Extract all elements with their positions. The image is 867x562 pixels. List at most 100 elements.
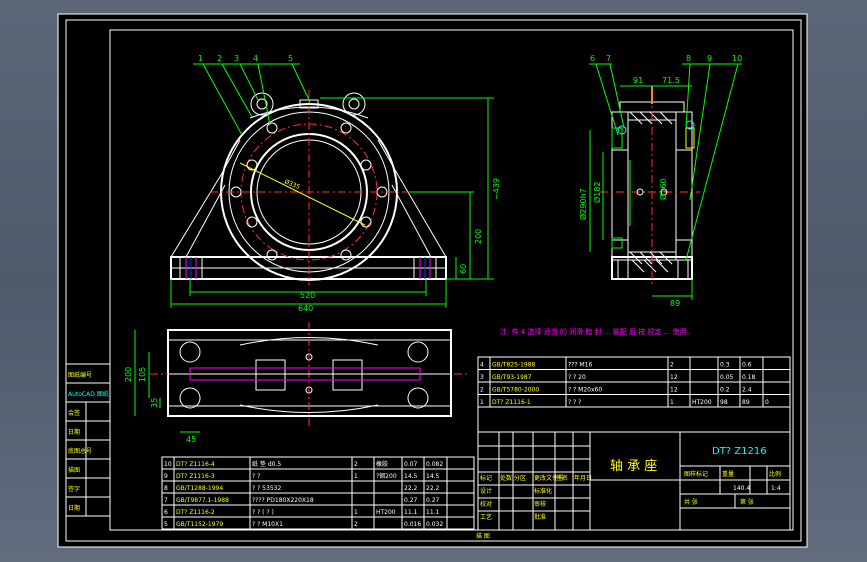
role-approve: 批准 [534, 513, 546, 521]
table-cell: 8 [164, 485, 168, 492]
scale-value: 1:4 [771, 485, 781, 492]
table-cell: ???? PD180X220X18 [252, 497, 314, 504]
balloon-2: 2 [217, 54, 222, 63]
table-cell: 11.1 [426, 509, 440, 516]
table-cell: 0.082 [426, 461, 443, 468]
stamp-sign: 签字 [68, 485, 80, 493]
dim-640: 640 [298, 304, 313, 313]
technical-note: 注: 件 4 选择 适当 的 润滑 脂 封 ... 装配 后 按 规定 ... … [500, 327, 694, 336]
role-review: 审核 [534, 500, 546, 508]
sheet-number: 第 张 [740, 498, 754, 506]
table-cell: 14.5 [404, 473, 418, 480]
role-sign: 签名 [556, 474, 568, 482]
table-cell: ? ? 53532 [252, 485, 281, 492]
table-cell: 0.27 [426, 497, 440, 504]
table-cell: 0.2 [720, 387, 730, 394]
stamp-date-2: 日期 [68, 504, 80, 512]
header-scale: 比例 [769, 470, 781, 478]
table-cell: 2 [480, 387, 484, 394]
dim-60: 60 [459, 264, 468, 274]
table-cell: 3 [480, 374, 484, 381]
table-cell: ? ? ? [568, 399, 581, 406]
table-cell: 纸 垫 d0.5 [252, 460, 281, 468]
table-cell: 2 [670, 362, 674, 369]
cad-viewport[interactable]: 520 640 200 ~439 60 Ø335 1 2 3 4 5 91 71… [0, 0, 867, 562]
stamp-drawing-no: 图纸编号 [68, 371, 92, 379]
dim-91: 91 [633, 76, 643, 85]
header-mass: 重量 [722, 470, 734, 478]
part-name: 轴 承 座 [610, 459, 657, 474]
table-cell: HT200 [376, 509, 396, 516]
table-cell: GB/T1152-1979 [176, 521, 223, 528]
table-cell: 4 [480, 362, 484, 369]
table-cell: DT? Z1116-2 [176, 509, 215, 516]
table-cell: 10 [164, 461, 172, 468]
stamp-base-no: 底图总号 [68, 447, 92, 455]
table-cell: ? ? ( ? ) [252, 509, 274, 516]
role-mark: 标记 [480, 474, 492, 482]
header-drawing-mark: 图样标记 [684, 470, 708, 478]
sheet-total: 共 张 [684, 498, 698, 506]
balloon-3: 3 [234, 54, 239, 63]
balloon-4: 4 [253, 54, 258, 63]
dim-d182: Ø182 [592, 181, 602, 203]
balloon-8: 8 [686, 54, 691, 63]
table-cell: 0.05 [720, 374, 734, 381]
table-cell: DT? Z1116-1 [492, 399, 531, 406]
table-cell: 14.5 [426, 473, 440, 480]
table-cell: 7 [164, 497, 168, 504]
dim-439: ~439 [492, 178, 501, 200]
table-cell: GB/T93-1987 [492, 374, 532, 381]
table-cell: ? ? 20 [568, 374, 586, 381]
role-count: 处数 [500, 474, 512, 482]
table-cell: 22.2 [426, 485, 440, 492]
table-cell: 22.2 [404, 485, 418, 492]
dim-520: 520 [300, 291, 315, 300]
table-cell: 1 [670, 399, 674, 406]
cad-drawing-sheet: 520 640 200 ~439 60 Ø335 1 2 3 4 5 91 71… [57, 13, 808, 548]
stamp-autocad: AutoCAD 图纸 [68, 390, 109, 398]
stamp-date: 日期 [68, 428, 80, 436]
table-cell: ? ? [252, 473, 260, 480]
table-cell: 0.3 [720, 362, 730, 369]
table-cell: 2 [354, 461, 358, 468]
table-cell: 11.1 [404, 509, 418, 516]
mass-value: 140.4 [733, 485, 750, 492]
table-cell: ? ? M20x60 [568, 387, 602, 394]
dim-200: 200 [474, 229, 483, 244]
dim-d160: Ø160 [658, 178, 668, 200]
dim-plan-200: 200 [124, 367, 133, 382]
table-cell: GB/T9877.1-1988 [176, 497, 229, 504]
table-cell: ?钢200 [376, 472, 397, 480]
table-cell: 2.4 [742, 387, 752, 394]
table-cell: DT? Z1116-4 [176, 461, 215, 468]
table-cell: 0.6 [742, 362, 752, 369]
dim-71-5: 71.5 [662, 76, 680, 85]
table-cell: 0 [765, 399, 769, 406]
role-process: 工艺 [480, 513, 492, 521]
table-cell: 6 [164, 509, 168, 516]
table-cell: 0.27 [404, 497, 418, 504]
table-cell: 2 [354, 521, 358, 528]
stamp-trace: 描图 [68, 466, 80, 474]
balloon-9: 9 [707, 54, 712, 63]
table-cell: 89 [742, 399, 750, 406]
dim-89: 89 [670, 299, 680, 308]
table-cell: 0.18 [742, 374, 756, 381]
table-cell: GB/T825-1988 [492, 362, 536, 369]
balloon-1: 1 [198, 54, 203, 63]
drawing-number: DT? Z1216 [712, 446, 767, 457]
table-cell: 0.07 [404, 461, 418, 468]
balloon-5: 5 [288, 54, 293, 63]
role-design: 设计 [480, 487, 492, 495]
table-cell: 9 [164, 473, 168, 480]
table-cell: ? ? M10X1 [252, 521, 283, 528]
table-cell: 98 [720, 399, 728, 406]
table-cell: 12 [670, 387, 678, 394]
table-cell: ??? M16 [568, 362, 592, 369]
table-cell: 5 [164, 521, 168, 528]
table-cell: HT200 [692, 399, 712, 406]
footer-trace-label: 描 图 [476, 532, 490, 540]
table-cell: 0.032 [426, 521, 443, 528]
table-cell: 1 [354, 473, 358, 480]
